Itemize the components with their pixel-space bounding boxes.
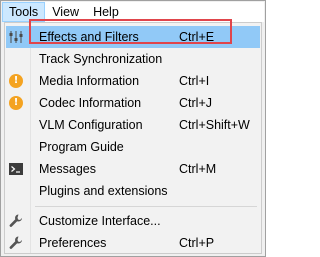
menu-item-shortcut: Ctrl+E xyxy=(179,30,215,44)
menu-item-plugins-and-extensions[interactable]: Plugins and extensions xyxy=(6,180,260,202)
menu-separator xyxy=(35,206,257,207)
info-icon: ! xyxy=(8,73,24,89)
menu-item-label: Plugins and extensions xyxy=(39,184,168,198)
menu-item-shortcut: Ctrl+J xyxy=(179,96,212,110)
menu-item-preferences[interactable]: Preferences Ctrl+P xyxy=(6,232,260,254)
menu-item-effects-and-filters[interactable]: Effects and Filters Ctrl+E xyxy=(6,26,260,48)
menu-item-label: Messages xyxy=(39,162,96,176)
menu-item-label: Preferences xyxy=(39,236,107,250)
menu-bar: Tools View Help xyxy=(2,2,264,22)
menu-item-program-guide[interactable]: Program Guide xyxy=(6,136,260,158)
menu-item-shortcut: Ctrl+I xyxy=(179,74,210,88)
menu-item-vlm-configuration[interactable]: VLM Configuration Ctrl+Shift+W xyxy=(6,114,260,136)
menu-item-shortcut: Ctrl+P xyxy=(179,236,215,250)
menu-item-label: VLM Configuration xyxy=(39,118,143,132)
tools-dropdown-menu: Effects and Filters Ctrl+E Track Synchro… xyxy=(4,22,262,254)
menu-item-media-information[interactable]: ! Media Information Ctrl+I xyxy=(6,70,260,92)
menu-help[interactable]: Help xyxy=(86,2,126,22)
menu-item-customize-interface[interactable]: Customize Interface... xyxy=(6,210,260,232)
wrench-icon xyxy=(8,235,24,251)
menu-item-label: Media Information xyxy=(39,74,140,88)
menu-item-messages[interactable]: Messages Ctrl+M xyxy=(6,158,260,180)
menu-item-label: Program Guide xyxy=(39,140,124,154)
info-icon: ! xyxy=(8,95,24,111)
menu-item-codec-information[interactable]: ! Codec Information Ctrl+J xyxy=(6,92,260,114)
menu-item-label: Codec Information xyxy=(39,96,142,110)
wrench-icon xyxy=(8,213,24,229)
terminal-icon xyxy=(8,161,24,177)
menu-item-shortcut: Ctrl+M xyxy=(179,162,217,176)
window-frame: Tools View Help Effects and Filters Ctrl… xyxy=(0,0,266,257)
menu-item-label: Customize Interface... xyxy=(39,214,161,228)
menu-item-track-synchronization[interactable]: Track Synchronization xyxy=(6,48,260,70)
menu-item-shortcut: Ctrl+Shift+W xyxy=(179,118,250,132)
equalizer-icon xyxy=(8,29,24,45)
menu-item-label: Effects and Filters xyxy=(39,30,139,44)
menu-view[interactable]: View xyxy=(45,2,86,22)
menu-tools[interactable]: Tools xyxy=(2,2,46,22)
menu-item-label: Track Synchronization xyxy=(39,52,163,66)
